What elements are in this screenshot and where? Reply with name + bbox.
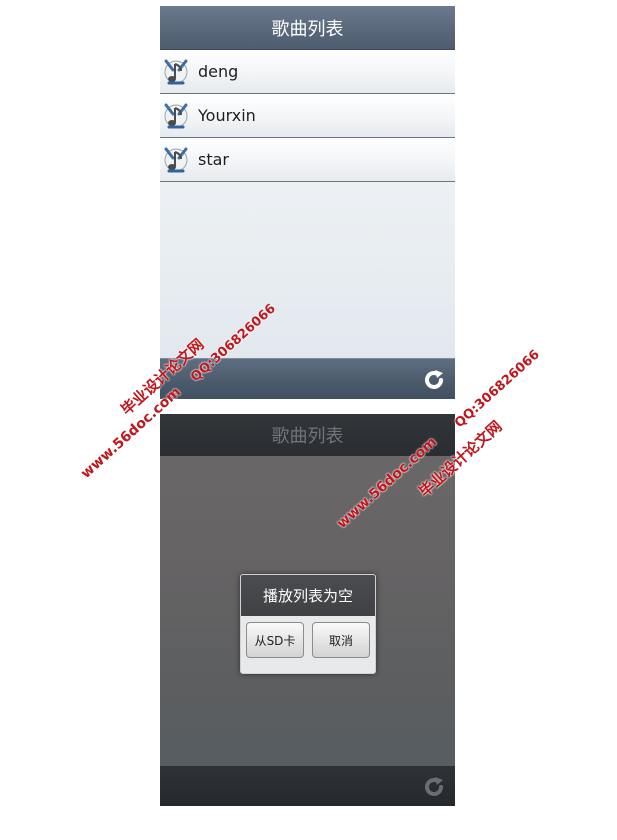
music-note-icon: [164, 103, 188, 128]
bottom-toolbar: [160, 766, 455, 806]
cancel-button[interactable]: 取消: [312, 622, 370, 658]
song-title: star: [198, 150, 229, 169]
song-list-screen: 歌曲列表 deng Yourxin star: [160, 6, 455, 399]
empty-playlist-screen: 歌曲列表 播放列表为空 从SD卡 取消: [160, 414, 455, 806]
empty-playlist-dialog: 播放列表为空 从SD卡 取消: [240, 574, 376, 674]
dialog-buttons: 从SD卡 取消: [241, 616, 375, 658]
music-note-icon: [164, 59, 188, 84]
song-title: Yourxin: [198, 106, 256, 125]
title-bar: 歌曲列表: [160, 6, 455, 50]
list-item[interactable]: deng: [160, 50, 455, 94]
refresh-icon: [425, 777, 443, 796]
music-note-icon: [164, 147, 188, 172]
list-item[interactable]: star: [160, 138, 455, 182]
page-title: 歌曲列表: [271, 426, 344, 447]
song-title: deng: [198, 62, 239, 81]
dialog-title: 播放列表为空: [241, 575, 375, 616]
song-list: deng Yourxin star: [160, 50, 455, 182]
list-item[interactable]: Yourxin: [160, 94, 455, 138]
refresh-button[interactable]: [421, 367, 447, 393]
watermark-qq: QQ:306826066: [452, 347, 543, 432]
refresh-icon: [425, 370, 443, 389]
page-title: 歌曲列表: [271, 18, 344, 40]
from-sd-card-button[interactable]: 从SD卡: [246, 622, 304, 658]
refresh-button[interactable]: [421, 774, 447, 800]
